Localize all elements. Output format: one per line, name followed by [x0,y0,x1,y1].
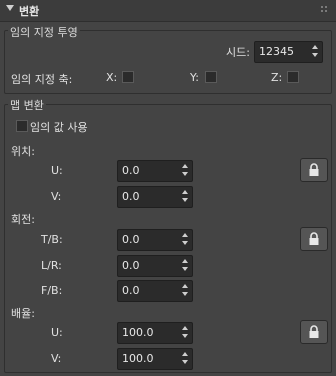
use-random-checkbox[interactable] [16,120,28,132]
seed-value[interactable]: 12345 [259,45,294,58]
rotation-tb-spinner[interactable]: 0.0 [117,229,193,251]
spinner-arrows-icon[interactable] [182,190,189,203]
axis-z-label: Z: [271,71,283,84]
position-u-label: U: [51,164,63,177]
rotation-fb-value[interactable]: 0.0 [122,284,140,297]
lock-icon [309,325,319,338]
spinner-arrows-icon[interactable] [182,352,189,365]
random-projection-title: 임의 지정 투영 [8,24,80,40]
drag-grip-icon[interactable] [321,6,331,16]
spinner-arrows-icon[interactable] [182,233,189,246]
map-transform-title: 맵 변환 [8,97,46,113]
random-axis-label: 임의 지정 축: [11,73,73,86]
rotation-fb-label: F/B: [41,284,63,297]
position-lock-button[interactable] [300,158,328,182]
position-v-value[interactable]: 0.0 [122,190,140,203]
rotation-fb-spinner[interactable]: 0.0 [117,280,193,302]
axis-y-label: Y: [190,71,199,84]
lock-icon [309,163,319,176]
lock-icon [309,232,319,245]
rotation-lock-button[interactable] [300,227,328,251]
seed-spinner[interactable]: 12345 [254,41,323,63]
position-u-value[interactable]: 0.0 [122,164,140,177]
position-v-label: V: [51,190,62,203]
axis-x-checkbox[interactable] [122,71,134,83]
axis-z-checkbox[interactable] [287,71,299,83]
axis-y-checkbox[interactable] [205,71,217,83]
spinner-arrows-icon[interactable] [182,326,189,339]
spinner-arrows-icon[interactable] [312,45,319,58]
rotation-tb-value[interactable]: 0.0 [122,233,140,246]
axis-x-label: X: [106,71,118,84]
scale-v-label: V: [51,352,62,365]
seed-label: 시드: [226,46,250,59]
rollout-title: 변환 [19,5,40,18]
rotation-lr-value[interactable]: 0.0 [122,259,140,272]
rotation-lr-label: L/R: [41,259,62,272]
scale-u-spinner[interactable]: 100.0 [117,322,193,344]
spinner-arrows-icon[interactable] [182,164,189,177]
collapse-triangle-icon[interactable] [6,5,14,11]
scale-u-value[interactable]: 100.0 [122,326,154,339]
spinner-arrows-icon[interactable] [182,259,189,272]
scale-v-value[interactable]: 100.0 [122,352,154,365]
rotation-title: 회전: [11,213,35,226]
rotation-lr-spinner[interactable]: 0.0 [117,255,193,277]
position-title: 위치: [11,145,35,158]
scale-v-spinner[interactable]: 100.0 [117,348,193,370]
spinner-arrows-icon[interactable] [182,284,189,297]
use-random-label[interactable]: 임의 값 사용 [30,119,88,135]
scale-title: 배율: [11,307,35,320]
scale-u-label: U: [51,326,63,339]
position-u-spinner[interactable]: 0.0 [117,160,193,182]
scale-lock-button[interactable] [300,320,328,344]
rotation-tb-label: T/B: [41,233,63,246]
position-v-spinner[interactable]: 0.0 [117,186,193,208]
rollout-header[interactable]: 변환 [0,0,336,22]
